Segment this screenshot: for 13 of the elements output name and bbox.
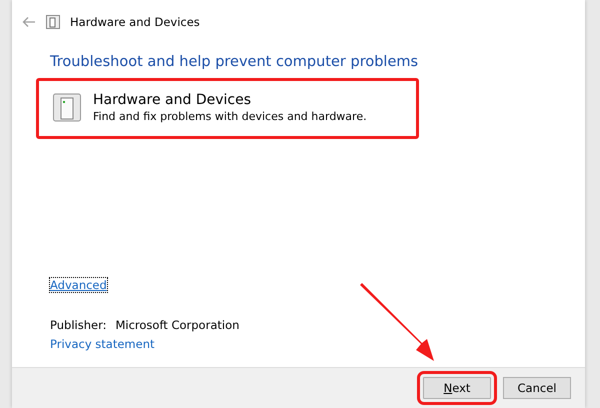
publisher-value: Microsoft Corporation <box>115 318 240 332</box>
advanced-link[interactable]: Advanced <box>50 278 107 292</box>
troubleshooter-title: Hardware and Devices <box>93 92 252 108</box>
back-arrow-icon[interactable] <box>22 16 36 28</box>
privacy-link[interactable]: Privacy statement <box>50 337 154 351</box>
page-heading: Troubleshoot and help prevent computer problems <box>50 54 420 70</box>
troubleshooter-description: Find and fix problems with devices and hardware. <box>93 110 367 123</box>
troubleshooter-item[interactable]: Hardware and Devices Find and fix problems with devices and hardware. <box>36 78 419 139</box>
device-icon <box>53 92 81 122</box>
window-title: Hardware and Devices <box>70 15 200 29</box>
device-icon <box>46 15 60 29</box>
publisher-label: Publisher: <box>50 318 106 332</box>
cancel-button[interactable]: Cancel <box>503 377 571 399</box>
